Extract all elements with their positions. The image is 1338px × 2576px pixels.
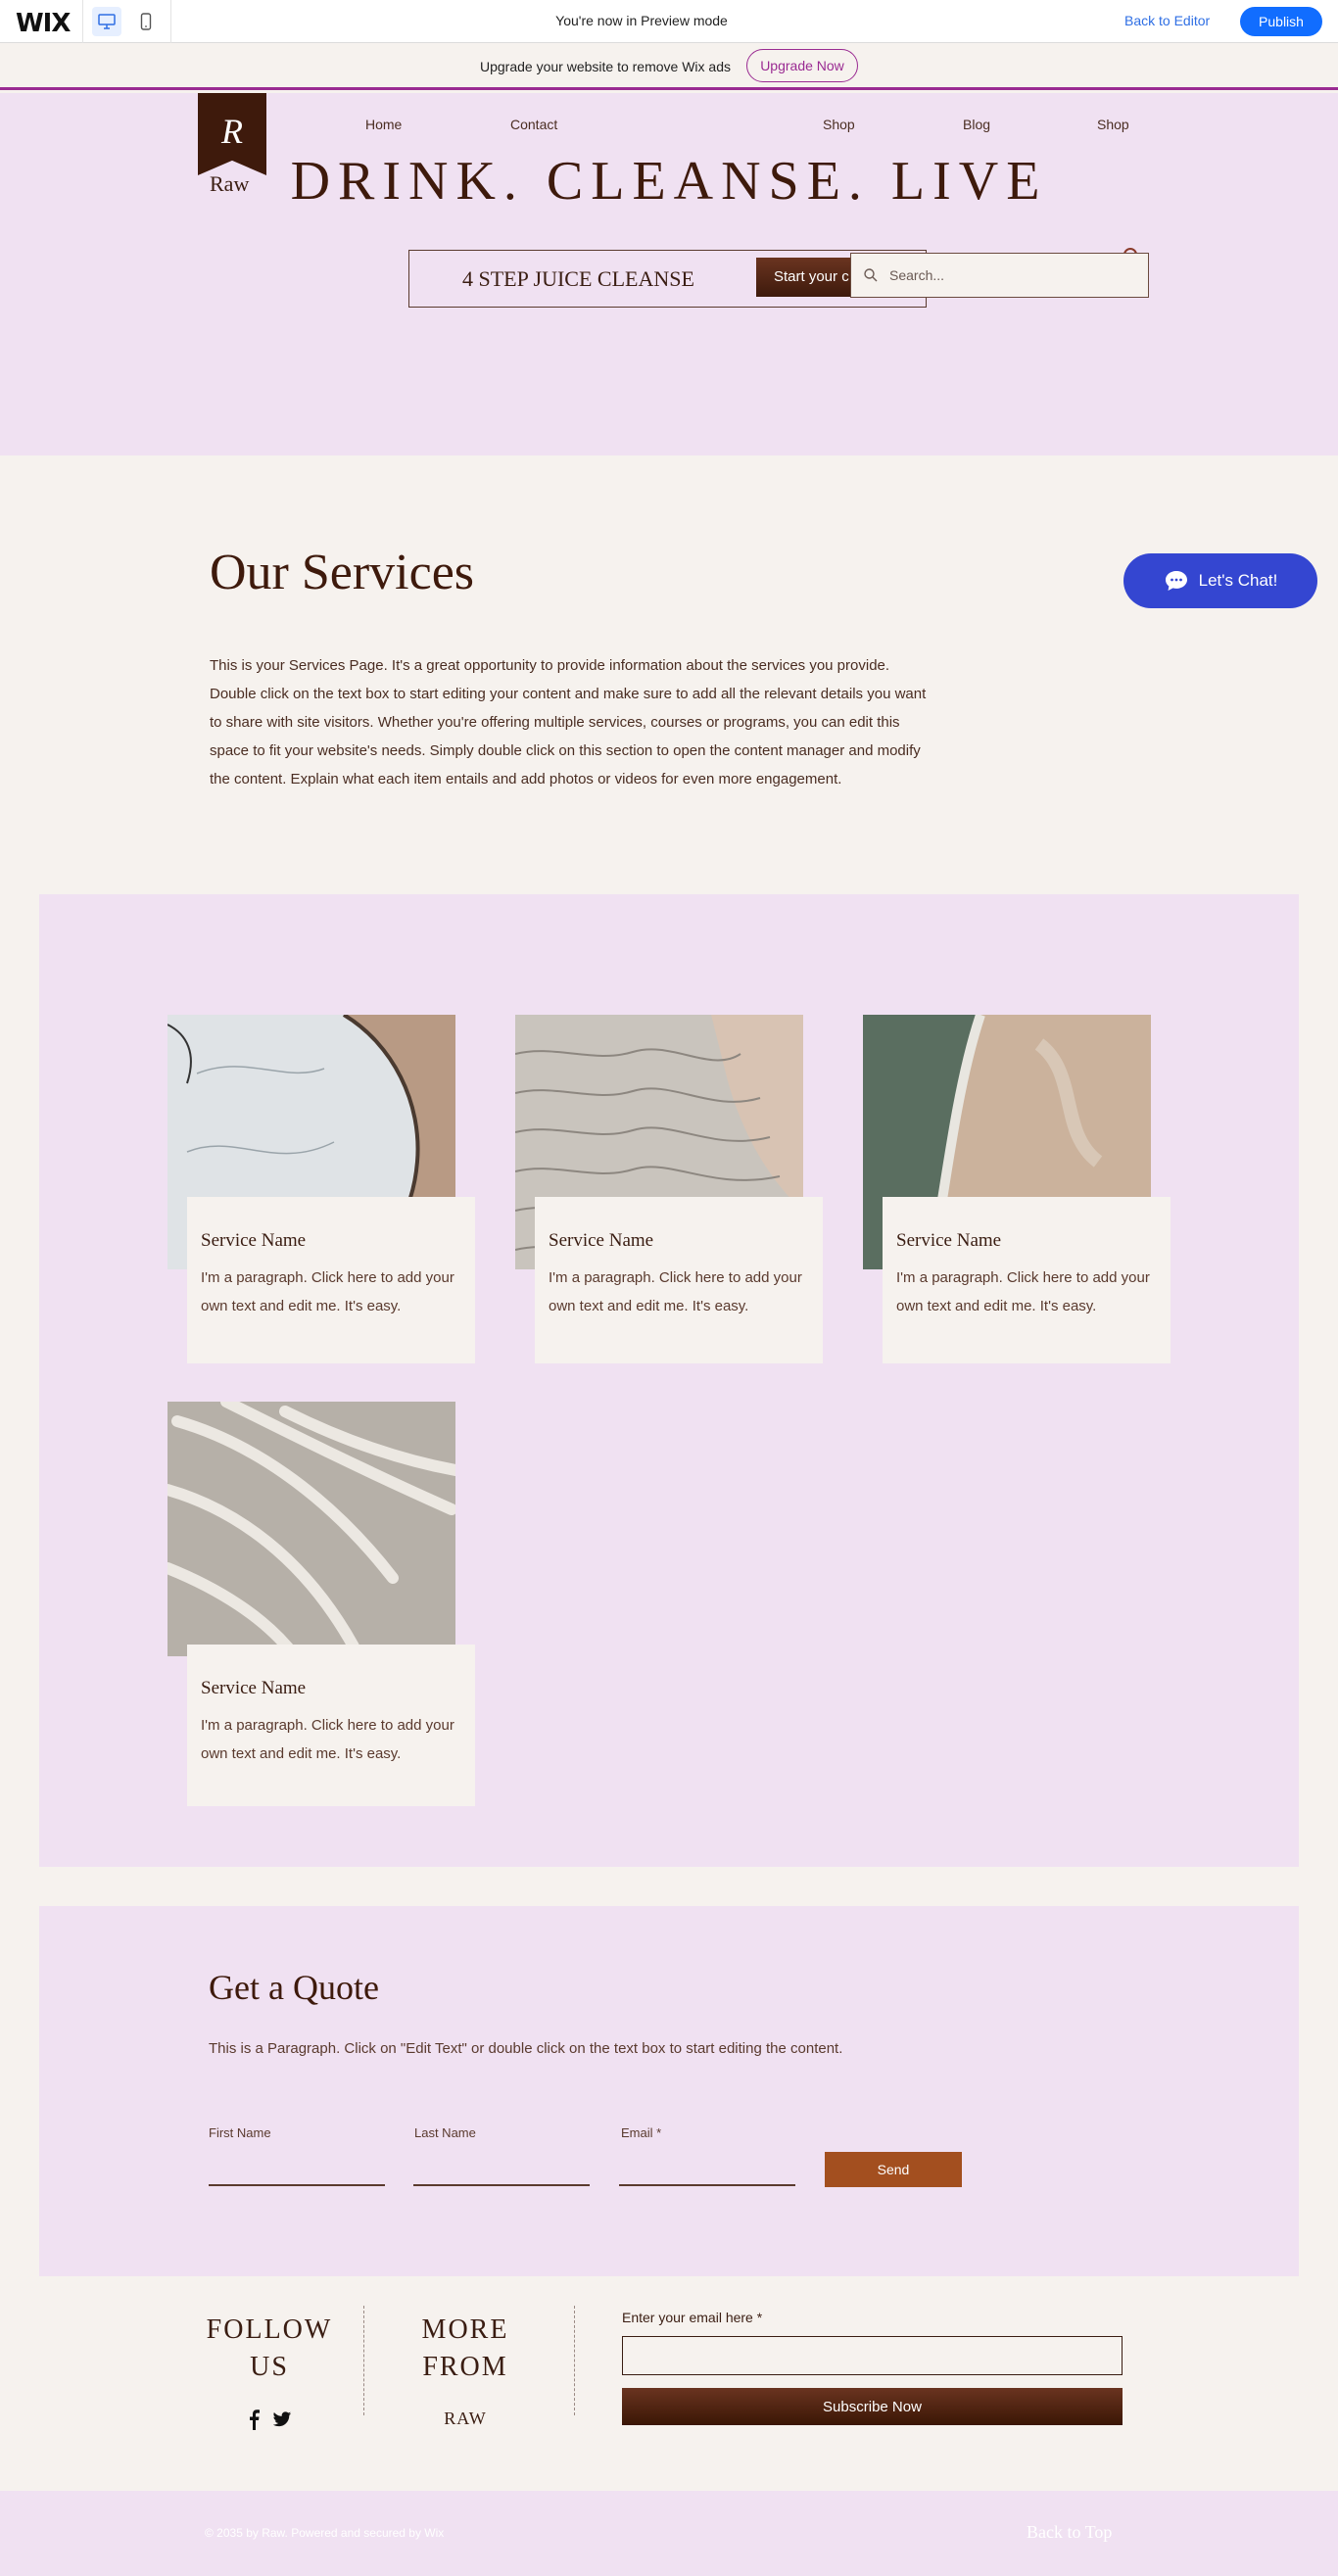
lets-chat-button[interactable]: Let's Chat!: [1123, 553, 1317, 608]
chat-label: Let's Chat!: [1198, 571, 1278, 590]
cleanse-banner: 4 STEP JUICE CLEANSE Start your c: [408, 250, 927, 308]
copyright-text: © 2035 by Raw. Powered and secured by Wi…: [205, 2526, 445, 2540]
services-description: This is your Services Page. It's a great…: [210, 657, 927, 787]
last-name-field[interactable]: [413, 2184, 590, 2186]
divider: [363, 2306, 364, 2415]
search-input[interactable]: Search...: [850, 253, 1149, 298]
upgrade-banner: Upgrade your website to remove Wix ads U…: [0, 43, 1338, 90]
nav-shop-2[interactable]: Shop: [1097, 117, 1129, 132]
nav-blog[interactable]: Blog: [963, 117, 990, 132]
back-to-editor-link[interactable]: Back to Editor: [1124, 13, 1210, 28]
service-text: I'm a paragraph. Click here to add your …: [549, 1269, 802, 1314]
service-name: Service Name: [201, 1678, 307, 1698]
upgrade-now-button[interactable]: Upgrade Now: [746, 49, 858, 82]
start-cleanse-button[interactable]: Start your c: [756, 258, 854, 297]
service-text: I'm a paragraph. Click here to add your …: [896, 1269, 1150, 1314]
newsletter-email-label: Enter your email here *: [622, 2310, 763, 2325]
email-label: Email *: [621, 2125, 662, 2140]
search-placeholder: Search...: [889, 267, 945, 283]
divider: [574, 2306, 575, 2415]
upgrade-message: Upgrade your website to remove Wix ads: [480, 59, 731, 74]
send-button[interactable]: Send: [825, 2152, 962, 2187]
wix-preview-bar: WIX You're now in Preview mode Back to E…: [0, 0, 1338, 43]
publish-button[interactable]: Publish: [1240, 7, 1322, 36]
service-card-1[interactable]: Service Name I'm a paragraph. Click here…: [187, 1197, 475, 1363]
hero-headline: DRINK. CLEANSE. LIVE: [290, 151, 1048, 212]
service-card-2[interactable]: Service Name I'm a paragraph. Click here…: [535, 1197, 823, 1363]
service-card-3[interactable]: Service Name I'm a paragraph. Click here…: [883, 1197, 1171, 1363]
more-from-raw-link[interactable]: RAW: [392, 2409, 539, 2429]
more-from-heading: MORE FROM: [421, 2314, 509, 2382]
preview-mode-text: You're now in Preview mode: [555, 13, 728, 28]
cleanse-text: 4 STEP JUICE CLEANSE: [462, 266, 694, 291]
nav-contact[interactable]: Contact: [510, 117, 557, 132]
first-name-field[interactable]: [209, 2184, 385, 2186]
brand-mark: R: [221, 112, 243, 151]
service-name: Service Name: [549, 1230, 654, 1251]
twitter-icon[interactable]: [272, 2411, 292, 2433]
service-name: Service Name: [896, 1230, 1002, 1251]
facebook-icon[interactable]: [247, 2409, 261, 2435]
quote-section: Get a Quote This is a Paragraph. Click o…: [39, 1906, 1299, 2276]
nav-home[interactable]: Home: [365, 117, 402, 132]
follow-us-heading: FOLLOW US: [206, 2314, 333, 2382]
service-text: I'm a paragraph. Click here to add your …: [201, 1717, 454, 1762]
service-image-4[interactable]: [167, 1402, 455, 1656]
back-to-top-link[interactable]: Back to Top: [1027, 2522, 1112, 2543]
chat-icon: [1165, 571, 1187, 591]
site-header: R Raw Home Contact Shop Blog Shop DRINK.…: [0, 93, 1338, 455]
nav-shop[interactable]: Shop: [823, 117, 855, 132]
dune-image: [167, 1402, 455, 1656]
last-name-label: Last Name: [414, 2125, 476, 2140]
quote-title: Get a Quote: [209, 1968, 379, 2007]
newsletter-email-field[interactable]: [622, 2336, 1123, 2375]
email-field[interactable]: [619, 2184, 795, 2186]
quote-description: This is a Paragraph. Click on "Edit Text…: [209, 2040, 843, 2057]
first-name-label: First Name: [209, 2125, 271, 2140]
services-grid: Service Name I'm a paragraph. Click here…: [39, 894, 1299, 1867]
subscribe-button[interactable]: Subscribe Now: [622, 2388, 1123, 2425]
service-card-4[interactable]: Service Name I'm a paragraph. Click here…: [187, 1645, 475, 1806]
services-title: Our Services: [210, 545, 475, 600]
service-name: Service Name: [201, 1230, 307, 1251]
site-footer: © 2035 by Raw. Powered and secured by Wi…: [0, 2491, 1338, 2576]
search-icon: [864, 268, 878, 282]
service-text: I'm a paragraph. Click here to add your …: [201, 1269, 454, 1314]
